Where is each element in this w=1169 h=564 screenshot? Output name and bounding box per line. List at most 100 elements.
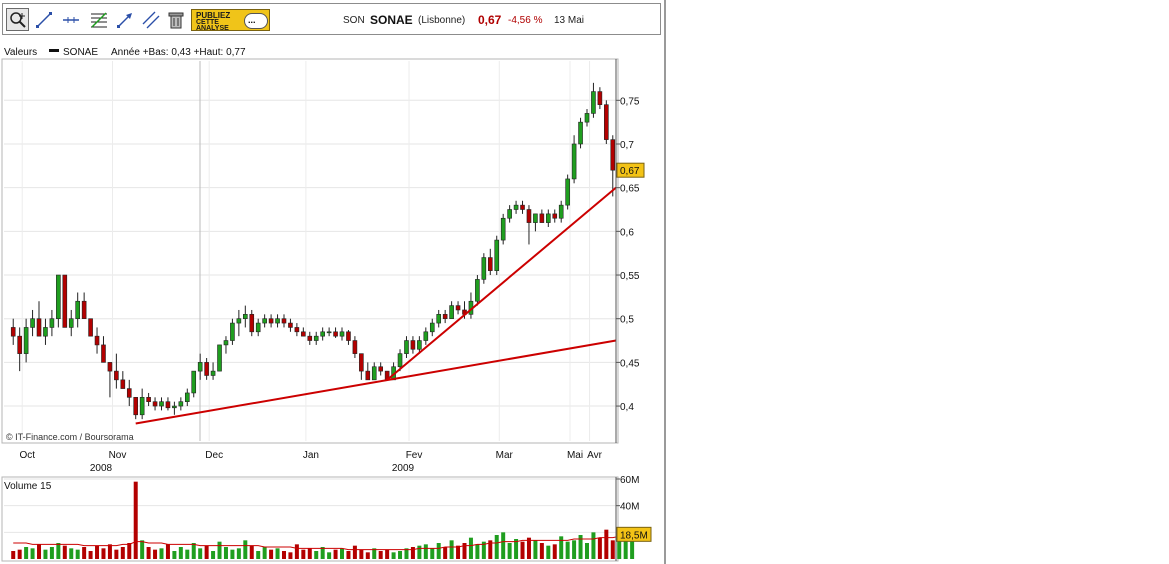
candle-body — [442, 314, 448, 320]
candle-body — [558, 204, 564, 219]
price-tick-label: 0,5 — [620, 315, 634, 326]
last-price-label: 0,67 — [620, 166, 640, 177]
candle-body — [520, 204, 525, 210]
volume-bar — [410, 547, 415, 559]
ad-line-1: PUBLIEZ — [196, 11, 231, 20]
volume-bar — [352, 545, 357, 559]
volume-bar — [82, 547, 87, 559]
volume-bar — [520, 541, 525, 559]
volume-bar — [120, 547, 125, 559]
volume-bar — [185, 549, 190, 559]
volume-bar — [191, 543, 196, 559]
candle-body — [126, 388, 132, 398]
candle-body — [584, 113, 590, 123]
candle-body — [68, 318, 74, 328]
candle-body — [178, 401, 184, 407]
volume-bar — [501, 532, 506, 559]
volume-bar — [204, 545, 209, 559]
candle-body — [81, 300, 87, 320]
volume-tick-label: 60M — [620, 475, 639, 486]
candle-body — [320, 331, 325, 337]
volume-bar — [30, 548, 35, 559]
volume-bar — [236, 548, 241, 559]
quote-price: 0,67 — [478, 13, 502, 27]
volume-bar — [101, 548, 106, 559]
volume-bar — [56, 543, 61, 559]
legend-series-name: SONAE — [63, 47, 98, 58]
quote-symbol: SON — [343, 15, 365, 26]
volume-bar — [211, 551, 216, 559]
volume-bar — [359, 549, 364, 559]
candle-body — [571, 143, 577, 180]
candle-body — [404, 340, 409, 354]
candle-body — [23, 327, 29, 354]
volume-bar — [468, 537, 473, 559]
volume-bar — [43, 549, 48, 559]
price-plot-area[interactable] — [1, 58, 619, 444]
candle-body — [255, 322, 261, 333]
volume-bar — [597, 537, 602, 559]
candle-body — [352, 340, 358, 354]
candle-body — [204, 362, 209, 376]
toolbar: PUBLIEZ CETTE ANALYSE ... SON SONAE (Lis… — [2, 3, 661, 35]
volume-bar — [146, 547, 151, 559]
volume-bar — [114, 549, 119, 559]
candle-body — [449, 305, 454, 320]
zoom-tool-button[interactable] — [6, 8, 29, 31]
candle-body — [197, 362, 203, 372]
volume-bar — [423, 544, 428, 559]
month-tick-label: Avr — [587, 450, 602, 461]
volume-bar — [49, 547, 54, 559]
candle-body — [43, 327, 48, 337]
candle-body — [88, 318, 93, 337]
publish-analysis-button[interactable]: PUBLIEZ CETTE ANALYSE ... — [191, 9, 270, 32]
volume-bar — [565, 541, 570, 559]
candle-body — [507, 209, 512, 219]
candle-body — [139, 397, 145, 416]
candle-body — [223, 340, 229, 346]
candle-body — [604, 104, 609, 140]
candle-body — [275, 318, 280, 324]
candle-body — [165, 401, 171, 409]
volume-bar — [17, 549, 22, 559]
parallel-lines-tool-button[interactable] — [139, 8, 162, 31]
candle-body — [288, 322, 293, 328]
candle-body — [172, 405, 177, 409]
candle-body — [307, 335, 313, 341]
candle-body — [339, 331, 345, 337]
delete-tool-button[interactable] — [164, 8, 187, 31]
volume-bar — [159, 548, 164, 559]
quote-change: -4,56 % — [508, 15, 543, 26]
volume-bar — [288, 552, 293, 559]
volume-bar — [127, 543, 132, 559]
price-chart[interactable]: 0,4 0,45 0,5 0,55 0,6 0,65 0,7 0,75 0,67 Valeurs… — [0, 40, 664, 564]
candle-body — [371, 366, 377, 381]
candle-body — [107, 362, 113, 372]
candle-body — [481, 257, 487, 280]
volume-bar — [507, 543, 512, 559]
trend-arrow-tool-button[interactable] — [113, 8, 136, 31]
candle-body — [591, 91, 596, 114]
horizontal-line-icon — [63, 17, 79, 23]
volume-bar — [456, 545, 461, 559]
speech-bubble-dots: ... — [248, 15, 256, 25]
candle-body — [62, 274, 68, 328]
quote-name: SONAE — [370, 13, 413, 27]
volume-bar — [546, 545, 551, 559]
horizontal-line-tool-button[interactable] — [59, 8, 82, 31]
year-label: 2009 — [392, 463, 415, 474]
month-tick-label: Mai — [567, 450, 583, 461]
month-tick-label: Fev — [406, 450, 423, 461]
quote-market: (Lisbonne) — [418, 15, 466, 26]
fibonacci-tool-button[interactable] — [87, 8, 110, 31]
volume-bar — [475, 544, 480, 559]
candle-body — [326, 331, 332, 334]
draw-line-icon — [36, 12, 52, 28]
volume-bar — [217, 541, 222, 559]
candle-body — [436, 314, 442, 324]
draw-line-tool-button[interactable] — [32, 8, 55, 31]
candle-body — [546, 213, 551, 223]
volume-bar — [133, 481, 138, 559]
month-tick-label: Mar — [496, 450, 514, 461]
volume-bar — [417, 545, 422, 559]
